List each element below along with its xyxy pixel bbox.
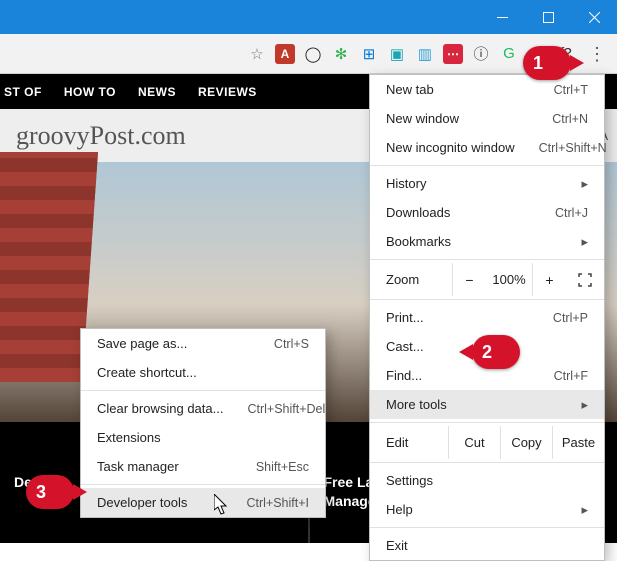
menu-history[interactable]: History ▸	[370, 169, 604, 198]
menu-label: Bookmarks	[386, 234, 557, 249]
annotation-callout-1: 1	[523, 46, 571, 80]
submenu-extensions[interactable]: Extensions	[81, 423, 325, 452]
chat-icon[interactable]: ◯	[303, 44, 323, 64]
menu-shortcut: Ctrl+S	[274, 337, 309, 351]
menu-label: History	[386, 176, 557, 191]
callout-number: 2	[482, 342, 492, 363]
zoom-value: 100%	[486, 272, 532, 287]
menu-label: Extensions	[97, 430, 309, 445]
menu-print[interactable]: Print... Ctrl+P	[370, 303, 604, 332]
menu-shortcut: Ctrl+T	[554, 83, 588, 97]
menu-label: Settings	[386, 473, 588, 488]
nav-item[interactable]: HOW TO	[64, 85, 116, 99]
menu-more-tools[interactable]: More tools ▸	[370, 390, 604, 419]
main-menu-button[interactable]: ⋮	[583, 40, 611, 68]
fullscreen-button[interactable]	[566, 273, 604, 287]
menu-shortcut: Ctrl+Shift+Del	[247, 402, 325, 416]
nav-item[interactable]: REVIEWS	[198, 85, 257, 99]
menu-shortcut: Ctrl+N	[552, 112, 588, 126]
edit-copy-button[interactable]: Copy	[500, 426, 552, 459]
menu-help[interactable]: Help ▸	[370, 495, 604, 524]
nav-item[interactable]: NEWS	[138, 85, 176, 99]
menu-shortcut: Ctrl+Shift+N	[539, 141, 607, 155]
menu-label: New tab	[386, 82, 530, 97]
submenu-arrow-icon: ▸	[581, 502, 588, 518]
window-minimize-button[interactable]	[479, 0, 525, 34]
menu-zoom: Zoom − 100% +	[370, 263, 604, 296]
grammar-icon[interactable]: G	[499, 44, 519, 64]
lastpass-icon[interactable]: ⋯	[443, 44, 463, 64]
menu-label: Print...	[386, 310, 529, 325]
menu-label: Exit	[386, 538, 588, 553]
star-icon[interactable]: ☆	[247, 44, 267, 64]
annotation-callout-2: 2	[472, 335, 520, 369]
menu-exit[interactable]: Exit	[370, 531, 604, 560]
window-titlebar	[0, 0, 617, 34]
card-icon[interactable]: ▥	[415, 44, 435, 64]
menu-label: Help	[386, 502, 557, 517]
site-logo[interactable]: groovyPost.com	[16, 121, 186, 151]
menu-shortcut: Shift+Esc	[256, 460, 309, 474]
submenu-developer-tools[interactable]: Developer tools Ctrl+Shift+I	[81, 488, 325, 517]
menu-label: Clear browsing data...	[97, 401, 223, 416]
callout-number: 3	[36, 482, 46, 503]
menu-label: New window	[386, 111, 528, 126]
menu-label: Find...	[386, 368, 530, 383]
menu-new-tab[interactable]: New tab Ctrl+T	[370, 75, 604, 104]
main-menu: New tab Ctrl+T New window Ctrl+N New inc…	[369, 74, 605, 561]
zoom-out-button[interactable]: −	[452, 263, 486, 296]
menu-label: More tools	[386, 397, 557, 412]
submenu-task-manager[interactable]: Task manager Shift+Esc	[81, 452, 325, 481]
submenu-save-page[interactable]: Save page as... Ctrl+S	[81, 329, 325, 358]
menu-downloads[interactable]: Downloads Ctrl+J	[370, 198, 604, 227]
zoom-in-button[interactable]: +	[532, 263, 566, 296]
submenu-arrow-icon: ▸	[581, 234, 588, 250]
submenu-arrow-icon: ▸	[581, 176, 588, 192]
mouse-cursor-icon	[214, 494, 230, 516]
menu-edit: Edit Cut Copy Paste	[370, 426, 604, 459]
edit-label: Edit	[386, 435, 448, 450]
submenu-clear-browsing-data[interactable]: Clear browsing data... Ctrl+Shift+Del	[81, 394, 325, 423]
menu-shortcut: Ctrl+F	[554, 369, 588, 383]
zoom-label: Zoom	[386, 272, 452, 287]
menu-shortcut: Ctrl+Shift+I	[246, 496, 309, 510]
evernote-icon[interactable]: ✻	[331, 44, 351, 64]
submenu-create-shortcut[interactable]: Create shortcut...	[81, 358, 325, 387]
menu-shortcut: Ctrl+J	[555, 206, 588, 220]
menu-label: Downloads	[386, 205, 531, 220]
menu-new-window[interactable]: New window Ctrl+N	[370, 104, 604, 133]
save-icon[interactable]: ▣	[387, 44, 407, 64]
menu-shortcut: Ctrl+P	[553, 311, 588, 325]
menu-label: Create shortcut...	[97, 365, 309, 380]
submenu-arrow-icon: ▸	[581, 397, 588, 413]
annotation-callout-3: 3	[26, 475, 74, 509]
edit-cut-button[interactable]: Cut	[448, 426, 500, 459]
window-maximize-button[interactable]	[525, 0, 571, 34]
edit-paste-button[interactable]: Paste	[552, 426, 604, 459]
acrobat-icon[interactable]: A	[275, 44, 295, 64]
windows-icon[interactable]: ⊞	[359, 44, 379, 64]
menu-label: Developer tools	[97, 495, 222, 510]
menu-label: Save page as...	[97, 336, 250, 351]
callout-number: 1	[533, 53, 543, 74]
menu-settings[interactable]: Settings	[370, 466, 604, 495]
menu-bookmarks[interactable]: Bookmarks ▸	[370, 227, 604, 256]
more-tools-submenu: Save page as... Ctrl+S Create shortcut..…	[80, 328, 326, 518]
nav-item[interactable]: ST OF	[4, 85, 42, 99]
info-icon[interactable]: ⓘ	[471, 44, 491, 64]
window-close-button[interactable]	[571, 0, 617, 34]
menu-label: New incognito window	[386, 140, 515, 155]
menu-new-incognito[interactable]: New incognito window Ctrl+Shift+N	[370, 133, 604, 162]
menu-label: Task manager	[97, 459, 232, 474]
